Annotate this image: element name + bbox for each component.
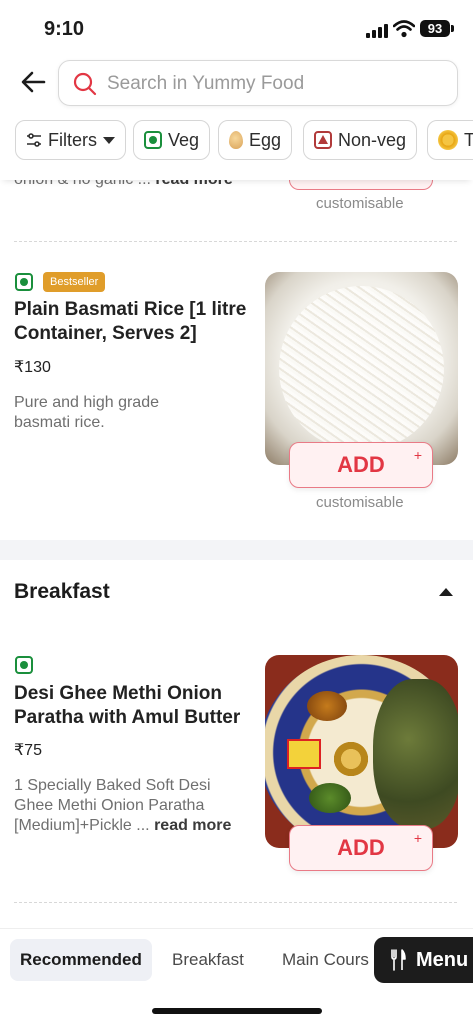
bestseller-badge: Bestseller	[43, 272, 106, 292]
tab-main-course[interactable]: Main Cours	[282, 939, 372, 981]
veg-chip[interactable]: Veg	[133, 120, 211, 160]
read-more-link[interactable]: read more	[154, 817, 231, 834]
butter-pack	[287, 739, 321, 769]
section-title[interactable]: Breakfast	[14, 580, 110, 604]
filter-row: Filters Veg Egg Non-veg To	[0, 118, 473, 180]
item-price: ₹130	[14, 359, 51, 376]
search-icon	[73, 72, 97, 96]
plus-icon: +	[413, 447, 422, 463]
item-description: 1 Specially Baked Soft Desi Ghee Methi O…	[14, 776, 250, 836]
item-price: ₹75	[14, 742, 42, 759]
plate-emblem	[331, 739, 371, 779]
basmati-rice-image[interactable]	[265, 272, 458, 465]
paratha-graphic	[373, 679, 458, 829]
search-bar[interactable]: Search in Yummy Food	[58, 60, 458, 106]
nonveg-chip-label: Non-veg	[338, 129, 407, 150]
item-divider	[14, 902, 457, 903]
status-time: 9:10	[44, 18, 85, 40]
fork-knife-icon	[391, 949, 406, 971]
cellular-signal-icon	[366, 24, 388, 38]
veg-icon	[15, 273, 33, 291]
item-title: Plain Basmati Rice [1 litre Container, S…	[14, 299, 247, 344]
veg-icon	[15, 656, 33, 674]
chevron-up-icon[interactable]	[439, 588, 453, 596]
search-input[interactable]: Search in Yummy Food	[107, 73, 304, 95]
veg-chip-label: Veg	[168, 129, 200, 150]
egg-chip[interactable]: Egg	[218, 120, 293, 160]
today-chip-label: To	[464, 129, 473, 150]
customisable-label: customisable	[316, 195, 404, 212]
item-divider	[14, 241, 457, 242]
menu-button[interactable]: Menu	[374, 937, 473, 983]
nonveg-icon	[314, 131, 332, 149]
tab-breakfast[interactable]: Breakfast	[172, 939, 244, 981]
today-chip[interactable]: To	[427, 120, 473, 160]
filters-chip[interactable]: Filters	[15, 120, 126, 160]
chutney-bowl	[309, 783, 351, 813]
add-button[interactable]: ADD +	[289, 442, 433, 488]
egg-icon	[229, 131, 243, 149]
sun-icon	[438, 130, 458, 150]
section-divider	[0, 540, 473, 560]
filters-chip-label: Filters	[48, 129, 97, 150]
veg-icon	[144, 131, 162, 149]
egg-chip-label: Egg	[249, 129, 282, 150]
add-button-label: ADD	[337, 835, 385, 860]
customisable-label: customisable	[316, 494, 404, 511]
nonveg-chip[interactable]: Non-veg	[303, 120, 418, 160]
plus-icon: +	[413, 830, 422, 846]
home-indicator[interactable]	[152, 1008, 322, 1014]
item-title: Desi Ghee Methi Onion Paratha with Amul …	[14, 683, 241, 728]
item-description: Pure and high grade basmati rice.	[14, 394, 159, 431]
paratha-thali-image[interactable]	[265, 655, 458, 848]
chevron-down-icon	[103, 136, 115, 144]
status-bar: 9:10 93	[0, 0, 473, 58]
wifi-icon	[393, 20, 415, 38]
add-button-label: ADD	[337, 452, 385, 477]
pickle-bowl	[307, 691, 347, 721]
add-button[interactable]: ADD +	[289, 825, 433, 871]
battery-icon: 93	[420, 20, 454, 37]
menu-button-label: Menu	[416, 948, 469, 971]
tab-recommended[interactable]: Recommended	[10, 939, 152, 981]
sliders-icon	[27, 133, 41, 147]
back-arrow-icon[interactable]	[18, 66, 50, 98]
